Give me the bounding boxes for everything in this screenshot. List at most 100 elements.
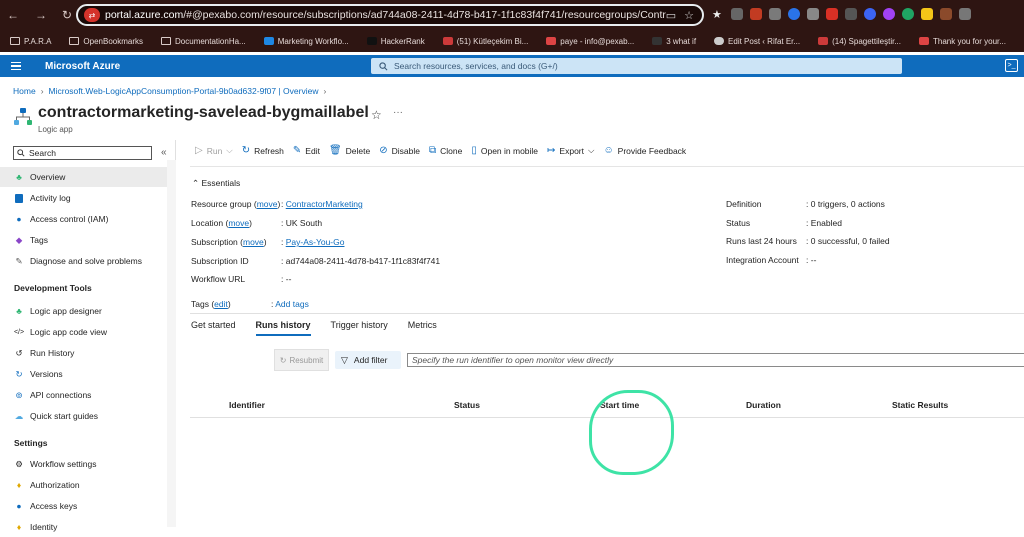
column-header-duration[interactable]: Duration	[746, 400, 781, 410]
column-header-identifier[interactable]: Identifier	[229, 400, 265, 410]
search-icon	[379, 61, 388, 70]
move-link[interactable]: move	[257, 199, 278, 209]
feedback-button[interactable]: ☺ Provide Feedback	[603, 145, 686, 156]
bookmark-item[interactable]: Marketing Workflo...	[263, 37, 349, 46]
add-filter-button[interactable]: ▽ Add filter	[335, 351, 401, 369]
sidebar-search-input[interactable]: Search	[13, 146, 152, 160]
sidebar-item-iam[interactable]: ● Access control (IAM)	[0, 209, 168, 229]
sidebar-item-access-keys[interactable]: ● Access keys	[0, 496, 168, 516]
extension-icon[interactable]	[750, 8, 762, 20]
bookmark-item[interactable]: (14) Spagettileştir...	[818, 37, 901, 46]
extension-icon[interactable]	[883, 8, 895, 20]
extension-icon[interactable]	[940, 8, 952, 20]
sidebar-item-diagnose[interactable]: ✎ Diagnose and solve problems	[0, 251, 168, 271]
api-connection-icon: ⊚	[15, 389, 23, 400]
extension-icon[interactable]	[864, 8, 876, 20]
move-link[interactable]: move	[228, 218, 249, 228]
run-button[interactable]: ▷ Run ⌵	[195, 145, 233, 156]
extension-icon[interactable]	[921, 8, 933, 20]
bookmark-item[interactable]: (51) Kütleçekim Bi...	[442, 37, 528, 46]
sidebar-item-overview[interactable]: ♣ Overview	[0, 167, 168, 187]
extension-icon[interactable]	[826, 8, 838, 20]
essentials-toggle[interactable]: ⌃ Essentials	[192, 178, 240, 189]
move-link[interactable]: move	[243, 237, 264, 247]
bookmark-item[interactable]: Edit Post ‹ Rifat Er...	[714, 37, 800, 46]
sidebar-item-quick-start[interactable]: ☁ Quick start guides	[0, 406, 168, 426]
column-header-status[interactable]: Status	[454, 400, 480, 410]
site-info-icon[interactable]: ⇄	[84, 8, 100, 22]
bookmark-item[interactable]: HackerRank	[366, 37, 425, 46]
sidebar-item-api-connections[interactable]: ⊚ API connections	[0, 385, 168, 405]
edit-tags-link[interactable]: edit	[214, 299, 228, 309]
address-bar[interactable]: ⇄ portal.azure.com/#@pexabo.com/resource…	[76, 4, 704, 26]
extension-icon[interactable]	[788, 8, 800, 20]
forward-icon[interactable]: →	[34, 8, 48, 22]
sidebar-item-run-history[interactable]: ↺ Run History	[0, 343, 168, 363]
extension-icon[interactable]	[731, 8, 743, 20]
favorite-star-icon[interactable]: ☆	[371, 108, 382, 122]
column-header-static-results[interactable]: Static Results	[892, 400, 948, 410]
bookmark-item[interactable]: P.A.R.A	[10, 37, 51, 46]
cast-icon[interactable]: ▭	[666, 9, 676, 22]
resubmit-button[interactable]: ↻ Resubmit	[274, 349, 329, 371]
global-search-input[interactable]: Search resources, services, and docs (G+…	[371, 58, 902, 74]
reload-icon[interactable]: ↻	[60, 8, 74, 22]
breadcrumb-deployment[interactable]: Microsoft.Web-LogicAppConsumption-Portal…	[49, 86, 319, 96]
sidebar-item-tags[interactable]: ◆ Tags	[0, 230, 168, 250]
sidebar-item-workflow-settings[interactable]: ⚙ Workflow settings	[0, 454, 168, 474]
sidebar-item-activity-log[interactable]: Activity log	[0, 188, 168, 208]
clone-button[interactable]: ⧉ Clone	[429, 145, 462, 156]
sidebar-item-code-view[interactable]: </> Logic app code view	[0, 322, 168, 342]
back-icon[interactable]: ←	[6, 8, 20, 22]
bookmark-star-icon[interactable]: ☆	[684, 9, 694, 22]
bookmark-item[interactable]: OpenBookmarks	[69, 37, 143, 46]
cloud-shell-icon[interactable]: >_	[1005, 59, 1018, 72]
feedback-icon: ☺	[603, 145, 614, 156]
portal-brand[interactable]: Microsoft Azure	[45, 61, 120, 72]
disable-button[interactable]: ⊘ Disable	[379, 145, 420, 156]
extension-icon[interactable]	[807, 8, 819, 20]
sidebar-scrollbar[interactable]	[167, 160, 176, 527]
bookmark-item[interactable]: DocumentationHa...	[161, 37, 246, 46]
resubmit-icon: ↻	[279, 355, 287, 365]
edit-button[interactable]: ✎ Edit	[293, 145, 320, 156]
breadcrumb-home[interactable]: Home	[13, 86, 36, 96]
tab-runs-history[interactable]: Runs history	[255, 320, 311, 336]
youtube-icon	[442, 37, 453, 45]
star-extension-icon[interactable]: ★	[712, 8, 724, 21]
tab-metrics[interactable]: Metrics	[408, 320, 437, 336]
sidebar-item-authorization[interactable]: ♦ Authorization	[0, 475, 168, 495]
subscription-link[interactable]: Pay-As-You-Go	[286, 237, 345, 247]
sidebar-item-versions[interactable]: ↻ Versions	[0, 364, 168, 384]
tab-get-started[interactable]: Get started	[191, 320, 236, 336]
export-button[interactable]: ↦ Export ⌵	[547, 145, 594, 156]
bookmark-item[interactable]: 3 what if	[652, 37, 696, 46]
divider	[190, 166, 1024, 167]
breadcrumb: Home › Microsoft.Web-LogicAppConsumption…	[13, 86, 326, 96]
command-bar: ▷ Run ⌵ ↻ Refresh ✎ Edit 🗑 Delete ⊘ Disable ⧉ C…	[195, 145, 695, 156]
bookmark-item[interactable]: Thank you for your...	[919, 37, 1006, 46]
run-id-input[interactable]: Specify the run identifier to open monit…	[407, 353, 1024, 367]
extension-icon[interactable]	[769, 8, 781, 20]
tab-trigger-history[interactable]: Trigger history	[331, 320, 388, 336]
sidebar-item-identity[interactable]: ♦ Identity	[0, 517, 168, 537]
extension-icon[interactable]	[959, 8, 971, 20]
bookmark-item[interactable]: paye - info@pexab...	[546, 37, 634, 46]
open-mobile-button[interactable]: ▯ Open in mobile	[471, 145, 538, 156]
extension-icon[interactable]	[902, 8, 914, 20]
chevron-down-icon: ⌵	[226, 145, 233, 155]
collapse-sidebar-icon[interactable]: «	[161, 147, 167, 158]
sidebar-item-designer[interactable]: ♣ Logic app designer	[0, 301, 168, 321]
resource-group-link[interactable]: ContractorMarketing	[286, 199, 363, 209]
extension-icon[interactable]	[845, 8, 857, 20]
url-path: /#@pexabo.com/resource/subscriptions/ad7…	[183, 9, 666, 21]
clone-icon: ⧉	[428, 145, 437, 156]
menu-icon[interactable]	[11, 61, 27, 71]
sidebar-search-placeholder: Search	[29, 148, 56, 158]
access-keys-icon: ●	[16, 501, 22, 511]
youtube-icon	[818, 37, 829, 45]
more-options-icon[interactable]: ···	[393, 107, 403, 118]
delete-button[interactable]: 🗑 Delete	[329, 145, 370, 156]
add-tags-link[interactable]: Add tags	[275, 299, 309, 309]
refresh-button[interactable]: ↻ Refresh	[242, 145, 284, 156]
